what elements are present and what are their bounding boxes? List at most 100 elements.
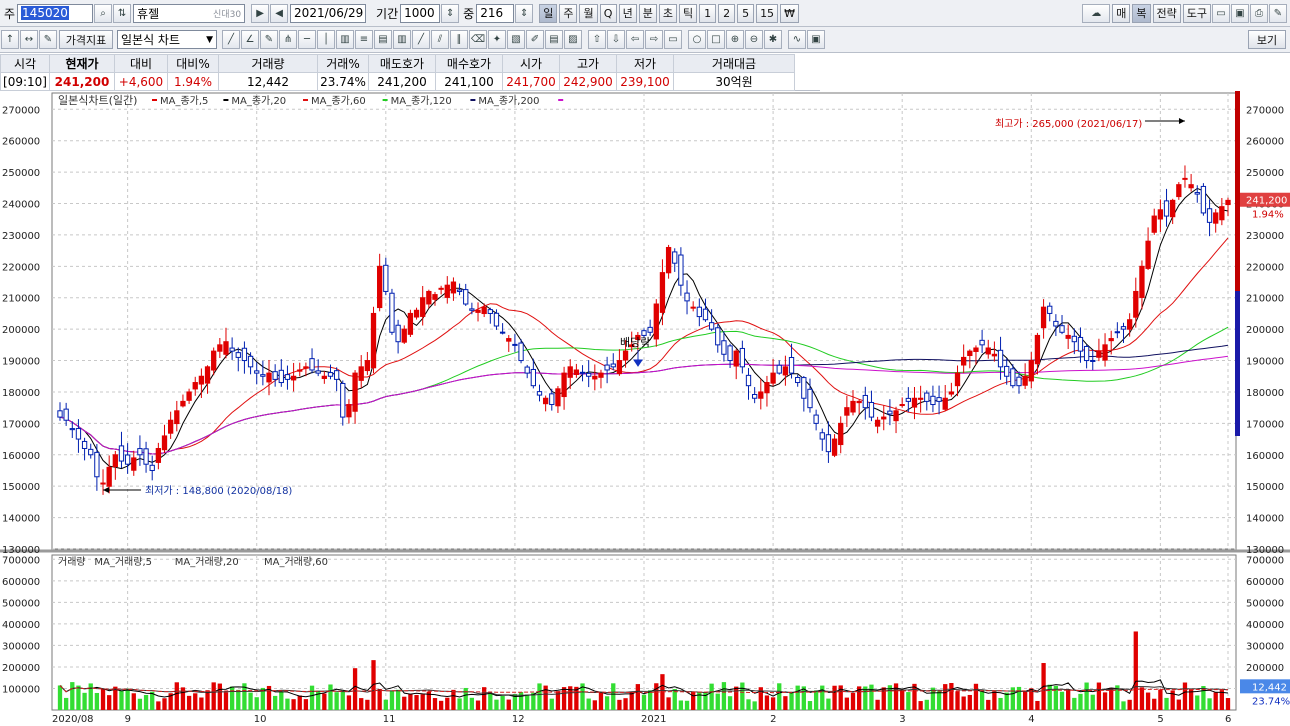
volume-bar [1022, 691, 1028, 710]
candle-body [715, 327, 721, 346]
interval-tab[interactable]: 분 [638, 3, 657, 23]
interval-tab[interactable]: ₩ [780, 3, 799, 23]
channel-tool-icon[interactable]: ⫽ [431, 30, 449, 49]
volume-bar [482, 687, 487, 710]
candle-body [801, 377, 807, 399]
square-tool-icon[interactable]: □ [707, 30, 725, 49]
save-icon[interactable]: ▣ [1231, 3, 1249, 23]
interval-tab[interactable]: 일 [539, 3, 558, 23]
volume-bar [795, 685, 800, 710]
view-button[interactable]: 보기 [1248, 30, 1286, 49]
mid-input[interactable]: 216 [476, 3, 515, 23]
stock-name-field[interactable]: 휴젤 신대30 [133, 3, 246, 23]
down-tool-icon[interactable]: ⇩ [607, 30, 625, 49]
sort-icon[interactable]: ⇅ [113, 3, 132, 23]
back-icon[interactable]: ◀ [270, 3, 289, 23]
candle-body [174, 410, 180, 425]
parallel-tool-icon[interactable]: ∥ [450, 30, 468, 49]
line-tool-icon[interactable]: ╱ [222, 30, 240, 49]
pen-tool-icon[interactable]: ✎ [260, 30, 278, 49]
candle-body [94, 451, 100, 478]
print-icon[interactable]: ⎙ [1250, 3, 1268, 23]
fibonacci-tool-icon[interactable]: ≡ [355, 30, 373, 49]
table-tool-icon[interactable]: ▤ [374, 30, 392, 49]
folder-icon[interactable]: ▭ [1212, 3, 1230, 23]
candle-body [506, 338, 512, 342]
page-tool-icon[interactable]: ▭ [664, 30, 682, 49]
grid-tool-icon[interactable]: ▥ [336, 30, 354, 49]
candle-body [733, 350, 739, 367]
note-tool-icon[interactable]: ▤ [545, 30, 563, 49]
wave-tool-icon[interactable]: ∿ [788, 30, 806, 49]
zoom-tool-icon[interactable]: ⊕ [726, 30, 744, 49]
duplicate-button[interactable]: 복 [1132, 3, 1151, 23]
period-input[interactable]: 1000 [400, 3, 441, 23]
candle-body [1139, 265, 1145, 298]
brush-tool-icon[interactable]: ✐ [526, 30, 544, 49]
candle-body [1040, 306, 1047, 329]
stamp-tool-icon[interactable]: ▨ [564, 30, 582, 49]
volume-bar [1145, 692, 1151, 710]
stock-code-input[interactable]: 145020 [17, 3, 94, 23]
volume-bar [137, 698, 143, 710]
trend-tool-icon[interactable]: ╱ [412, 30, 430, 49]
up-tool-icon[interactable]: ⇧ [588, 30, 606, 49]
strategy-button[interactable]: 전략 [1152, 3, 1181, 23]
price-tick-right: 220000 [1246, 262, 1284, 273]
price-tick-right: 140000 [1246, 514, 1284, 525]
candle-body [63, 408, 69, 421]
interval-tab[interactable]: 1 [699, 3, 717, 23]
color-tool-icon[interactable]: ▧ [507, 30, 525, 49]
interval-tab[interactable]: Q [599, 3, 617, 23]
chart-type-select[interactable]: 일본식 차트 ▼ [117, 30, 217, 49]
interval-tab[interactable]: 월 [579, 3, 598, 23]
price-indicator-button[interactable]: 가격지표 [59, 30, 113, 49]
edit-icon[interactable]: ✎ [39, 30, 57, 49]
settings-tool-icon[interactable]: ✱ [764, 30, 782, 49]
left-tool-icon[interactable]: ⇦ [626, 30, 644, 49]
circle-tool-icon[interactable]: ○ [688, 30, 706, 49]
candle-body [1200, 185, 1207, 214]
interval-tab[interactable]: 15 [756, 3, 779, 23]
quote-value: 241,100 [435, 72, 503, 91]
search-icon[interactable]: ⌕ [94, 3, 113, 23]
right-tool-icon[interactable]: ⇨ [645, 30, 663, 49]
bars-tool-icon[interactable]: ▥ [393, 30, 411, 49]
volume-tick-left: 200000 [2, 663, 40, 674]
multi-button[interactable]: 매 [1112, 3, 1131, 23]
vline-tool-icon[interactable]: │ [317, 30, 335, 49]
interval-tab[interactable]: 2 [718, 3, 736, 23]
interval-tab[interactable]: 주 [559, 3, 578, 23]
move-horizontal-icon[interactable]: ↔ [20, 30, 38, 49]
legend-entry: MA_종가,5 [160, 95, 208, 107]
candle-body [450, 281, 457, 294]
up-arrow-icon[interactable]: ↑ [1, 30, 19, 49]
candle-body [758, 391, 764, 399]
interval-tab[interactable]: 틱 [678, 3, 698, 23]
volume-bar [654, 683, 659, 710]
wrench-icon[interactable]: ✎ [1269, 3, 1287, 23]
candle-body [1145, 240, 1151, 269]
box-tool-icon[interactable]: ▣ [807, 30, 825, 49]
interval-tab[interactable]: 년 [618, 3, 637, 23]
angle-tool-icon[interactable]: ∠ [241, 30, 259, 49]
interval-tab[interactable]: 초 [658, 3, 677, 23]
candle-body [432, 294, 438, 300]
hline-tool-icon[interactable]: ─ [298, 30, 316, 49]
x-axis-label: 2021 [641, 714, 666, 725]
stepper-icon[interactable]: ⇕ [441, 3, 460, 23]
candle-body [1059, 325, 1065, 333]
interval-tab[interactable]: 5 [737, 3, 755, 23]
zoom-out-tool-icon[interactable]: ⊖ [745, 30, 763, 49]
stepper-icon[interactable]: ⇕ [515, 3, 534, 23]
price-chart[interactable]: 130000 130000140000 140000150000 1500001600… [0, 91, 1290, 726]
volume-bar [949, 683, 954, 710]
magic-tool-icon[interactable]: ✦ [488, 30, 506, 49]
volume-bar [340, 690, 345, 710]
date-input[interactable]: 2021/06/29 [290, 3, 367, 23]
play-icon[interactable]: ▶ [251, 3, 270, 23]
cloud-icon[interactable]: ☁ [1082, 3, 1111, 23]
fork-tool-icon[interactable]: ⋔ [279, 30, 297, 49]
eraser-tool-icon[interactable]: ⌫ [469, 30, 487, 49]
tools-button[interactable]: 도구 [1182, 3, 1211, 23]
